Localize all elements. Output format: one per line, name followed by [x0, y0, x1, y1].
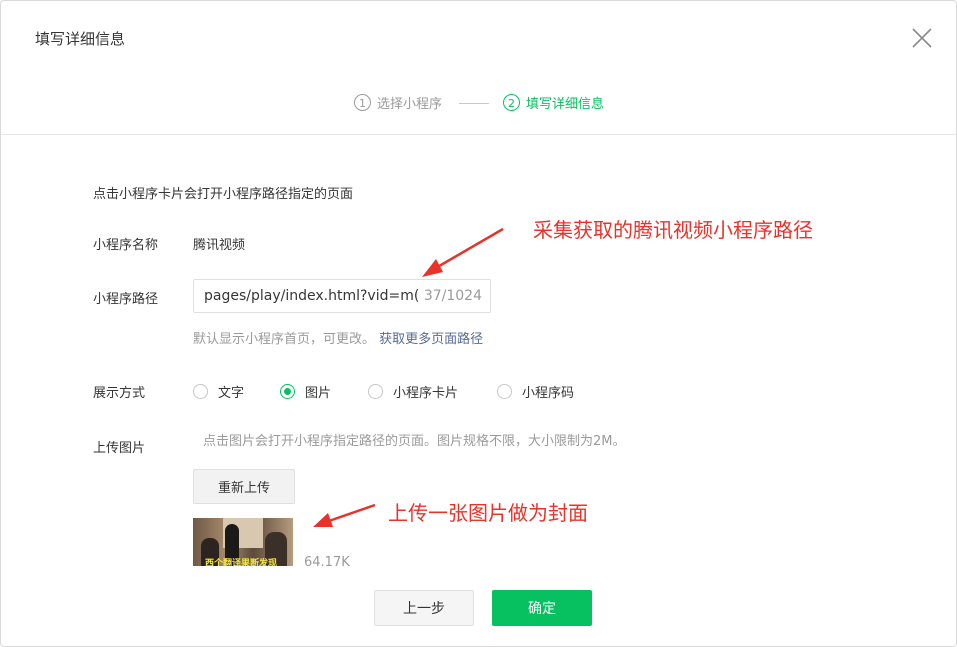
prev-step-button[interactable]: 上一步	[374, 590, 474, 626]
upload-label: 上传图片	[93, 441, 146, 456]
thumbnail-subtitle: 西个翻译果断发现	[205, 559, 278, 566]
more-paths-link[interactable]: 获取更多页面路径	[379, 332, 483, 347]
path-char-counter: 37/1024	[423, 288, 482, 304]
header-divider	[1, 134, 956, 135]
path-hint: 默认显示小程序首页，可更改。 获取更多页面路径	[193, 328, 483, 347]
radio-image[interactable]: 图片	[280, 382, 331, 401]
step-number: 2	[503, 94, 520, 111]
reupload-button[interactable]: 重新上传	[193, 469, 295, 504]
radio-circle[interactable]	[280, 384, 295, 399]
radio-text[interactable]: 文字	[193, 382, 244, 401]
close-icon[interactable]	[909, 25, 935, 51]
annotation-cover-note: 上传一张图片做为封面	[388, 501, 588, 525]
step-connector	[459, 103, 489, 104]
radio-label: 图片	[305, 386, 332, 401]
display-label: 展示方式	[93, 386, 146, 401]
radio-circle[interactable]	[368, 384, 383, 399]
radio-label: 小程序卡片	[393, 386, 459, 401]
stepper: 1 选择小程序 2 填写详细信息	[1, 93, 956, 115]
path-input-value[interactable]: pages/play/index.html?vid=m(	[194, 288, 422, 304]
radio-miniprogram-code[interactable]: 小程序码	[497, 382, 574, 401]
upload-hint: 点击图片会打开小程序指定路径的页面。图片规格不限，大小限制为2M。	[203, 434, 626, 449]
step-select-miniprogram: 1 选择小程序	[354, 93, 442, 112]
radio-circle[interactable]	[193, 384, 208, 399]
name-value: 腾讯视频	[193, 238, 246, 253]
name-label: 小程序名称	[93, 238, 159, 253]
footer	[1, 566, 956, 646]
radio-label: 文字	[218, 386, 245, 401]
step-fill-details: 2 填写详细信息	[503, 93, 604, 112]
step-label: 填写详细信息	[526, 97, 605, 112]
cover-thumbnail[interactable]: 西个翻译果断发现	[193, 518, 293, 566]
confirm-button[interactable]: 确定	[492, 590, 592, 626]
file-size: 64.17K	[304, 556, 350, 566]
dialog: 填写详细信息 1 选择小程序 2 填写详细信息 点击小程序卡片会打开小程序路径指…	[0, 0, 957, 647]
step-number: 1	[354, 94, 371, 111]
path-hint-text: 默认显示小程序首页，可更改。	[193, 332, 376, 347]
radio-circle[interactable]	[497, 384, 512, 399]
dialog-title: 填写详细信息	[35, 30, 126, 48]
radio-label: 小程序码	[522, 386, 575, 401]
form-description: 点击小程序卡片会打开小程序路径指定的页面	[93, 187, 354, 202]
path-label: 小程序路径	[93, 292, 159, 307]
step-label: 选择小程序	[377, 97, 443, 112]
path-input[interactable]: pages/play/index.html?vid=m( 37/1024	[193, 279, 491, 313]
radio-miniprogram-card[interactable]: 小程序卡片	[368, 382, 458, 401]
annotation-path-note: 采集获取的腾讯视频小程序路径	[533, 218, 813, 242]
